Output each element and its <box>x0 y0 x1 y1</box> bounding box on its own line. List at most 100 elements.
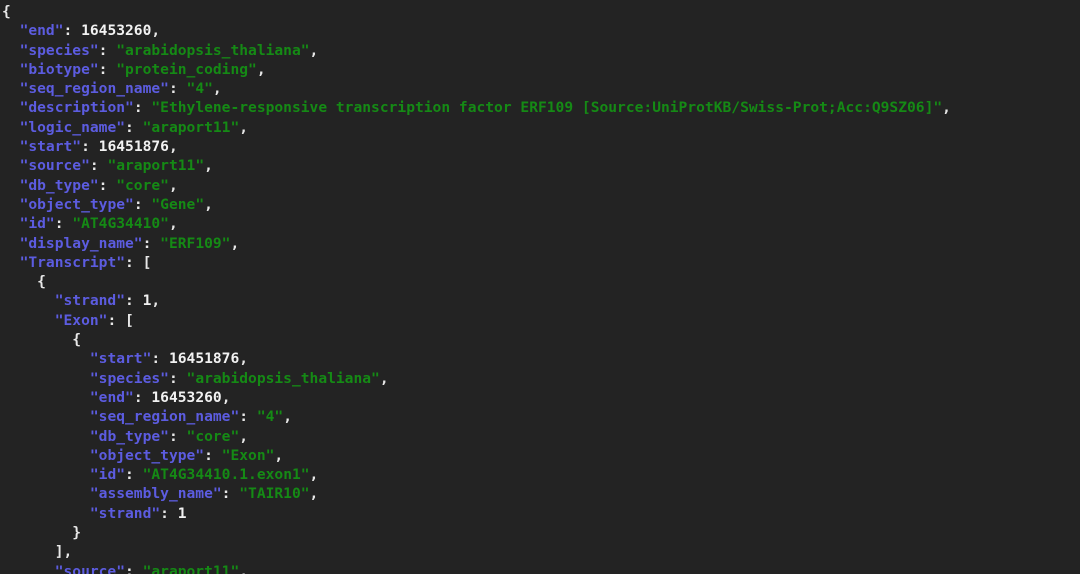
json-bracket[interactable]: { <box>72 331 81 348</box>
json-punctuation: , <box>239 350 249 368</box>
json-string-value: "Gene" <box>151 195 205 213</box>
json-string-value: "4" <box>186 80 213 98</box>
json-number-value: 16453260 <box>81 22 152 40</box>
json-punctuation: : <box>168 427 187 445</box>
json-punctuation: : <box>151 350 169 368</box>
json-string-value: "core" <box>186 427 240 445</box>
json-key: "end" <box>19 22 64 40</box>
json-key: "Transcript" <box>19 253 126 271</box>
json-key: "strand" <box>89 504 161 522</box>
json-punctuation: : <box>168 369 187 387</box>
json-string-value: "araport11" <box>107 157 205 175</box>
json-line: "Exon": [ <box>2 311 1080 330</box>
json-string-value: "ERF109" <box>160 234 231 252</box>
json-punctuation: : <box>81 138 99 156</box>
json-punctuation: , <box>309 485 319 503</box>
json-punctuation: : <box>168 80 187 98</box>
json-key: "biotype" <box>19 60 99 78</box>
json-key: "id" <box>89 466 126 484</box>
json-line: "db_type": "core", <box>2 176 1080 195</box>
json-punctuation: : <box>98 60 117 78</box>
json-string-value: "core" <box>116 176 169 194</box>
json-string-value: "AT4G34410.1.exon1" <box>142 466 310 484</box>
json-line: "assembly_name": "TAIR10", <box>2 484 1080 503</box>
json-punctuation: : <box>125 118 143 136</box>
json-punctuation: : <box>125 292 143 310</box>
json-string-value: "araport11" <box>142 118 240 136</box>
json-key: "assembly_name" <box>89 485 222 503</box>
json-string-value: "Ethylene-responsive transcription facto… <box>151 99 943 117</box>
json-punctuation: , <box>168 138 178 156</box>
json-bracket[interactable]: { <box>2 3 11 20</box>
json-line: ], <box>2 542 1080 561</box>
json-line: "species": "arabidopsis_thaliana", <box>2 369 1080 388</box>
json-line: "id": "AT4G34410", <box>2 214 1080 233</box>
json-bracket[interactable]: [ <box>143 254 152 271</box>
json-line: "start": 16451876, <box>2 349 1080 368</box>
json-line: "source": "araport11", <box>2 156 1080 175</box>
json-punctuation: , <box>221 388 231 406</box>
json-string-value: "TAIR10" <box>239 485 310 503</box>
json-line: "description": "Ethylene-responsive tran… <box>2 98 1080 117</box>
json-key: "seq_region_name" <box>89 408 240 426</box>
json-key: "start" <box>19 138 82 156</box>
json-key: "object_type" <box>89 446 205 464</box>
json-punctuation: : <box>125 562 143 574</box>
json-line: "end": 16453260, <box>2 388 1080 407</box>
json-bracket[interactable]: { <box>37 273 46 290</box>
json-string-value: "4" <box>256 408 284 426</box>
json-response-viewer[interactable]: { "end": 16453260, "species": "arabidops… <box>0 0 1080 574</box>
json-string-value: "protein_coding" <box>116 60 257 78</box>
json-punctuation: , <box>239 118 249 136</box>
json-key: "id" <box>19 215 55 233</box>
json-number-value: 16451876 <box>98 138 169 156</box>
json-line: "seq_region_name": "4", <box>2 407 1080 426</box>
json-punctuation: , <box>309 466 319 484</box>
json-bracket[interactable]: [ <box>125 312 134 329</box>
json-punctuation: , <box>379 369 389 387</box>
json-line: "object_type": "Gene", <box>2 195 1080 214</box>
json-line: "biotype": "protein_coding", <box>2 60 1080 79</box>
json-line: "seq_region_name": "4", <box>2 79 1080 98</box>
json-punctuation: : <box>133 195 152 213</box>
json-key: "display_name" <box>19 234 143 252</box>
json-key: "species" <box>89 369 169 387</box>
json-line: "logic_name": "araport11", <box>2 118 1080 137</box>
json-string-value: "arabidopsis_thaliana" <box>186 369 380 387</box>
json-key: "db_type" <box>89 427 169 445</box>
json-key: "description" <box>19 99 134 117</box>
json-punctuation: : <box>221 485 240 503</box>
json-bracket[interactable]: } <box>72 524 81 541</box>
json-punctuation: , <box>151 292 161 310</box>
json-punctuation: , <box>309 41 319 59</box>
json-punctuation: , <box>256 60 266 78</box>
json-key: "db_type" <box>19 176 99 194</box>
json-bracket[interactable]: ] <box>55 543 64 560</box>
json-punctuation: , <box>942 99 951 117</box>
json-string-value: "araport11" <box>142 562 240 574</box>
json-key: "strand" <box>54 292 126 310</box>
